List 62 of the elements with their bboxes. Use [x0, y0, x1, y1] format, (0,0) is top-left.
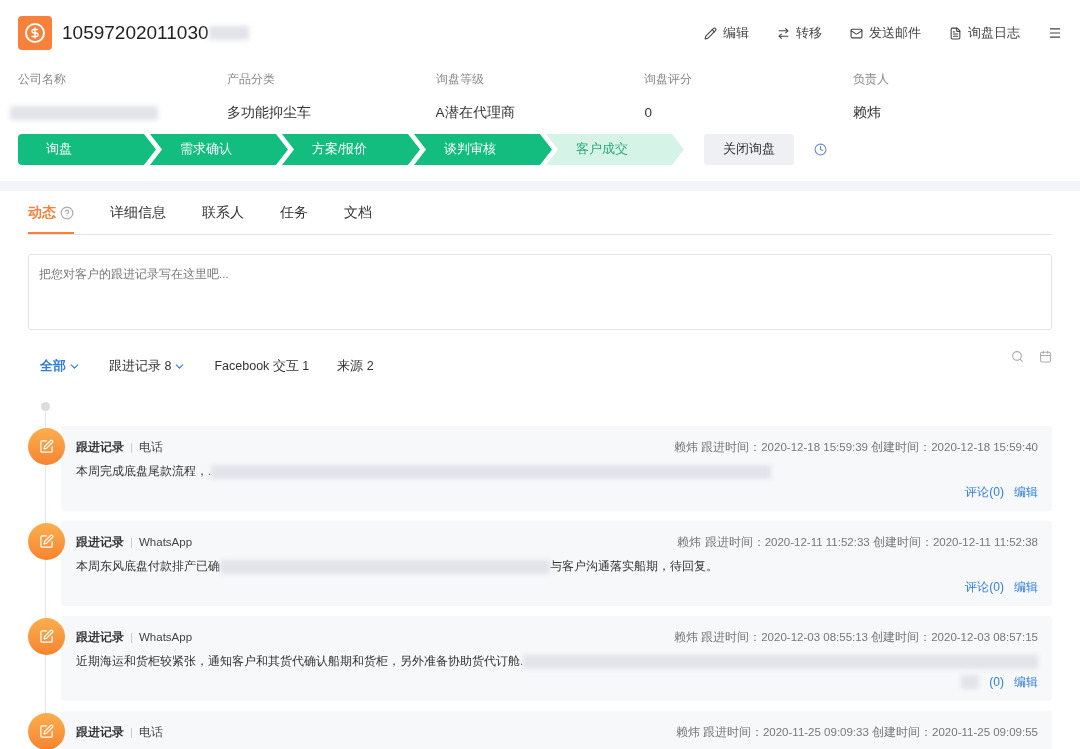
dollar-logo-icon [18, 16, 52, 50]
menu-icon[interactable] [1048, 26, 1062, 40]
clock-icon[interactable] [814, 143, 827, 156]
field-label: 询盘评分 [644, 71, 694, 88]
stage-step[interactable]: 客户成交 [546, 134, 684, 165]
field-label: 产品分类 [226, 71, 276, 88]
record-type: 跟进记录 [76, 630, 124, 645]
close-inquiry-button[interactable]: 关闭询盘 [704, 134, 794, 165]
stage-step[interactable]: 谈判审核 [414, 134, 552, 165]
toolbar-button[interactable]: 转移 [777, 23, 822, 43]
swap-icon [777, 26, 790, 40]
stage-step[interactable]: 需求确认 [150, 134, 288, 165]
filter-tab[interactable]: 全部 [40, 357, 81, 376]
record-channel: 电话 [139, 725, 163, 740]
toolbar-button[interactable]: 编辑 [704, 23, 749, 43]
comment-link[interactable]: 评论(0) [965, 483, 1004, 501]
pencil-icon [704, 26, 717, 40]
tab[interactable]: 动态 [28, 203, 74, 235]
stage-step[interactable]: 方案/报价 [282, 134, 420, 165]
field-value: 0 [644, 104, 653, 122]
comment-link[interactable]: (0) [989, 673, 1004, 691]
field-value: 赖炜 [853, 104, 883, 122]
tab[interactable]: 文档 [344, 203, 372, 235]
comment-link[interactable]: 评论(0) [965, 578, 1004, 596]
tab[interactable]: 任务 [280, 203, 308, 235]
field-label: 负责人 [853, 71, 891, 88]
filter-tab[interactable]: 跟进记录 8 [109, 357, 187, 376]
inquiry-number: 10597202011030 [62, 20, 209, 45]
record-text: 本周东风底盘付款排产已确 [76, 559, 220, 575]
record-meta: 赖炜 跟进时间：2020-12-03 08:55:13 创建时间：2020-12-03 08:57:15 [674, 630, 1038, 645]
field-value: A潜在代理商 [435, 104, 516, 122]
record-channel: WhatsApp [139, 630, 193, 645]
field-value: 多功能抑尘车 [226, 104, 312, 122]
search-icon[interactable] [1011, 350, 1024, 364]
note-field[interactable]: 把您对客户的跟进记录写在这里吧... [28, 254, 1052, 331]
field-label: 询盘等级 [435, 71, 485, 88]
record-text: 与客户沟通落实船期，待回复。 [550, 559, 718, 575]
edit-link[interactable]: 编辑 [1014, 578, 1038, 596]
record-meta: 赖炜 跟进时间：2020-11-25 09:09:33 创建时间：2020-11-25 09:09:55 [675, 725, 1038, 740]
record-text: 近期海运和货柜较紧张，通知客户和其货代确认船期和货柜，另外准备协助货代订舱. [76, 654, 524, 670]
record-type: 跟进记录 [76, 440, 124, 455]
record-meta: 赖炜 跟进时间：2020-12-18 15:59:39 创建时间：2020-12-18 15:59:40 [674, 440, 1038, 455]
toolbar-button[interactable]: 询盘日志 [949, 23, 1020, 43]
record-meta: 赖炜 跟进时间：2020-12-11 11:52:33 创建时间：2020-12-11 11:52:38 [677, 535, 1038, 550]
toolbar-button[interactable]: 发送邮件 [850, 23, 921, 43]
filter-tab[interactable]: 来源 2 [337, 357, 374, 376]
calendar-icon[interactable] [1039, 350, 1052, 364]
record-channel: WhatsApp [139, 535, 193, 550]
tab[interactable]: 详细信息 [110, 203, 166, 235]
document-icon [949, 26, 962, 40]
record-type: 跟进记录 [76, 725, 124, 740]
edit-link[interactable]: 编辑 [1014, 673, 1038, 691]
record-channel: 电话 [139, 440, 163, 455]
tab[interactable]: 联系人 [202, 203, 244, 235]
field-label: 公司名称 [18, 71, 67, 88]
stage-step[interactable]: 询盘 [18, 134, 156, 165]
blurred-text [208, 26, 249, 40]
record-text: 本周完成底盘尾款流程，. [76, 464, 212, 480]
mail-icon [850, 26, 863, 40]
record-type: 跟进记录 [76, 535, 124, 550]
filter-tab[interactable]: Facebook 交互 1 [214, 357, 310, 376]
edit-link[interactable]: 编辑 [1014, 483, 1038, 501]
